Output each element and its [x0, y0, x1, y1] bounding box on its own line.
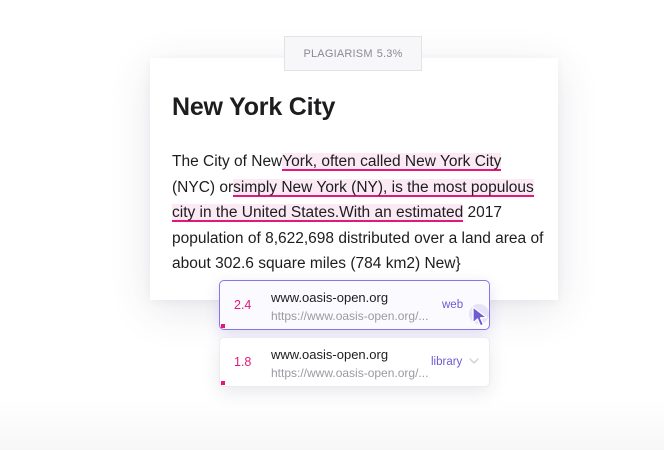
- document-body: The City of NewYork, often called New Yo…: [172, 149, 544, 277]
- background-floor: [0, 400, 664, 450]
- plagiarism-label: PLAGIARISM: [303, 47, 373, 60]
- source-domain: www.oasis-open.org: [271, 347, 389, 362]
- source-url[interactable]: https://www.oasis-open.org/...: [271, 366, 428, 380]
- source-card[interactable]: 1.8 www.oasis-open.org https://www.oasis…: [219, 337, 490, 387]
- document-title: New York City: [172, 93, 336, 121]
- cursor-arrow-icon: [469, 304, 489, 327]
- source-type-label: library: [431, 356, 463, 368]
- source-type-label: web: [442, 299, 464, 311]
- source-url[interactable]: https://www.oasis-open.org/...: [271, 309, 428, 323]
- body-text-segment: (NYC) or: [172, 178, 234, 196]
- body-text-segment: The City of New: [172, 153, 283, 170]
- source-card-selected[interactable]: 2.4 www.oasis-open.org https://www.oasis…: [219, 280, 490, 330]
- chevron-down-icon[interactable]: [468, 355, 480, 367]
- score-marker: [221, 324, 225, 328]
- plagiarism-percent: 5.3%: [376, 47, 403, 60]
- similarity-score: 2.4: [234, 298, 252, 312]
- plagiarism-badge: PLAGIARISM 5.3%: [284, 36, 422, 71]
- similarity-score: 1.8: [234, 355, 252, 369]
- plagiarism-highlight[interactable]: York, often called New York City: [282, 153, 502, 171]
- source-domain: www.oasis-open.org: [271, 290, 389, 305]
- score-marker: [221, 381, 225, 385]
